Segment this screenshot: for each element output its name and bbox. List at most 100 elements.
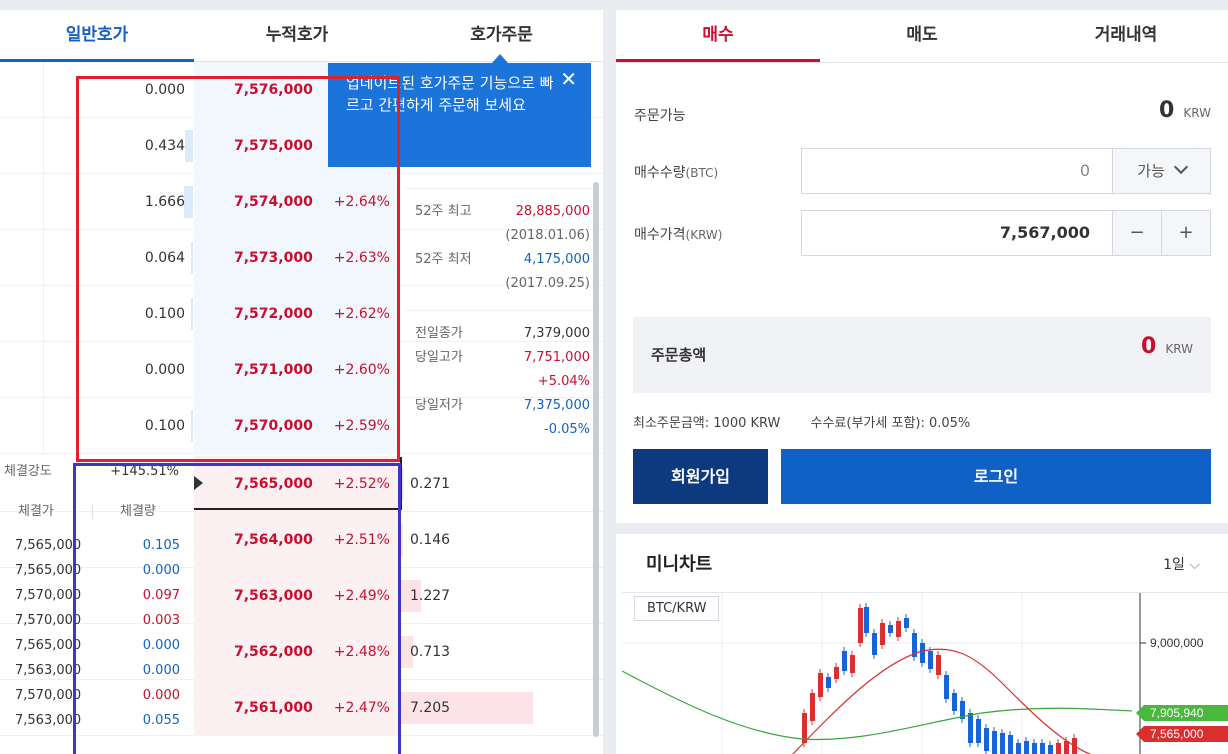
price-label: 매수가격(KRW) xyxy=(634,227,723,243)
candle-body xyxy=(968,713,973,743)
candle-body xyxy=(834,667,839,679)
order-total-amount: 0 KRW xyxy=(1141,334,1193,359)
ma-price-label: 7,905,940 xyxy=(1150,706,1204,720)
candle-body xyxy=(864,607,869,633)
qty-value[interactable]: 0 xyxy=(1080,149,1090,193)
candle-body xyxy=(896,621,901,637)
tab-sell[interactable]: 매도 xyxy=(820,10,1024,62)
order-total: 주문총액 0 KRW xyxy=(633,317,1211,393)
candle-body xyxy=(1008,735,1013,754)
bid-qty: 0.713 xyxy=(400,624,550,680)
qty-available-dropdown[interactable]: 가능 xyxy=(1112,149,1210,193)
candle-body xyxy=(1048,745,1053,754)
candle-body xyxy=(952,693,957,711)
fee-note: 수수료(부가세 포함): 0.05% xyxy=(810,416,971,431)
candle-body xyxy=(1000,733,1005,754)
candle-body xyxy=(1064,741,1069,754)
tab-general-orderbook[interactable]: 일반호가 xyxy=(0,10,194,62)
current-price-label: 7,565,000 xyxy=(1150,727,1204,741)
price-label-top: 9,000,000 xyxy=(1150,636,1204,650)
tab-cumulative-orderbook[interactable]: 누적호가 xyxy=(194,10,400,62)
candle-body xyxy=(818,673,823,697)
candle-body xyxy=(888,625,893,633)
trade-price: 7,565,000 xyxy=(15,563,82,578)
candle-body xyxy=(984,728,989,751)
available-value: 0 xyxy=(1159,98,1175,123)
trade-price: 7,563,000 xyxy=(15,663,82,678)
bid-qty: 1.227 xyxy=(400,568,550,624)
bid-qty: 7.205 xyxy=(400,680,550,736)
price-increase-button[interactable]: + xyxy=(1161,211,1210,255)
tab-trade-history[interactable]: 거래내역 xyxy=(1024,10,1228,62)
available-label: 주문가능 xyxy=(634,108,686,124)
price-decrease-button[interactable]: − xyxy=(1112,211,1161,255)
trade-price: 7,565,000 xyxy=(15,538,82,553)
info-day-low-pct: -0.05% xyxy=(544,422,590,437)
candle-body xyxy=(858,608,863,643)
info-52w-high: 52주 최고 28,885,000 xyxy=(415,204,590,219)
info-day-high-pct: +5.04% xyxy=(537,374,590,389)
orderbook-scrollbar[interactable] xyxy=(593,182,599,737)
chart-symbol-label: BTC/KRW xyxy=(634,596,720,621)
order-total-label: 주문총액 xyxy=(651,346,707,364)
candle-body xyxy=(880,623,885,645)
bid-qty-value: 1.227 xyxy=(410,588,451,604)
candle-body xyxy=(928,651,933,669)
candle-body xyxy=(1024,741,1029,754)
ma-long-line xyxy=(621,670,1133,741)
bid-qty-value: 0.146 xyxy=(410,532,451,548)
min-order-note: 최소주문금액: 1000 KRW xyxy=(633,416,781,431)
qty-label: 매수수량(BTC) xyxy=(634,165,719,181)
trade-price: 7,570,000 xyxy=(15,613,82,628)
trade-price: 7,565,000 xyxy=(15,638,82,653)
info-52w-low-date: (2017.09.25) xyxy=(505,276,590,291)
info-day-low: 당일저가 7,375,000 xyxy=(415,398,590,413)
signup-button[interactable]: 회원가입 xyxy=(633,449,768,504)
bid-qty-value: 0.271 xyxy=(410,476,451,492)
chart-period-select[interactable]: 1일 ⌵ xyxy=(1163,554,1200,574)
available-amount: 0 KRW xyxy=(1159,98,1211,123)
bid-highlight-box xyxy=(73,463,401,754)
candle-body xyxy=(920,643,925,663)
ask-highlight-box xyxy=(76,76,400,462)
candle-body xyxy=(1040,743,1045,754)
candle-body xyxy=(826,677,831,688)
candle-body xyxy=(1056,743,1061,754)
candle-body xyxy=(842,651,847,671)
qty-input[interactable]: 0 가능 xyxy=(801,148,1211,194)
candle-body xyxy=(976,719,981,743)
available-currency: KRW xyxy=(1183,106,1211,120)
orderbook-panel: 일반호가 누적호가 호가주문 0.000 7,576,000 0.434 7,5… xyxy=(0,10,603,754)
info-prev-close: 전일종가 7,379,000 xyxy=(415,326,590,341)
login-button[interactable]: 로그인 xyxy=(781,449,1211,504)
trade-price: 7,563,000 xyxy=(15,713,82,728)
bid-qty-value: 7.205 xyxy=(410,700,451,716)
chevron-down-icon: ⌵ xyxy=(1189,557,1200,573)
candle-body xyxy=(936,655,941,675)
info-day-high: 당일고가 7,751,000 xyxy=(415,350,590,365)
price-input[interactable]: 7,567,000 − + xyxy=(801,210,1211,256)
price-value[interactable]: 7,567,000 xyxy=(1000,211,1090,255)
candle-body xyxy=(810,693,815,721)
candle-body xyxy=(872,633,877,655)
chevron-down-icon xyxy=(1173,159,1188,175)
mini-chart-title: 미니차트 xyxy=(646,554,713,575)
candle-body xyxy=(850,655,855,673)
bid-qty-value: 0.713 xyxy=(410,644,451,660)
info-52w-low: 52주 최저 4,175,000 xyxy=(415,252,590,267)
info-52w-high-date: (2018.01.06) xyxy=(505,228,590,243)
candle-body xyxy=(944,675,949,699)
tab-buy[interactable]: 매수 xyxy=(616,10,820,62)
candle-body xyxy=(992,731,997,754)
candle-body xyxy=(1016,743,1021,754)
trade-strength-label: 체결강도 xyxy=(4,464,52,479)
order-total-value: 0 xyxy=(1141,334,1157,359)
order-notes: 최소주문금액: 1000 KRW 수수료(부가세 포함): 0.05% xyxy=(633,412,970,431)
trade-price: 7,570,000 xyxy=(15,688,82,703)
bid-qty: 0.146 xyxy=(400,512,550,568)
close-icon[interactable]: ✕ xyxy=(560,69,577,89)
candle-body xyxy=(904,618,909,628)
trades-header-price: 체결가 xyxy=(18,504,54,519)
orderbook-tabs: 일반호가 누적호가 호가주문 xyxy=(0,10,603,62)
mini-chart-panel: 미니차트 1일 ⌵ 9,000,000 7,905,940 7,565,000 BT… xyxy=(616,534,1228,754)
